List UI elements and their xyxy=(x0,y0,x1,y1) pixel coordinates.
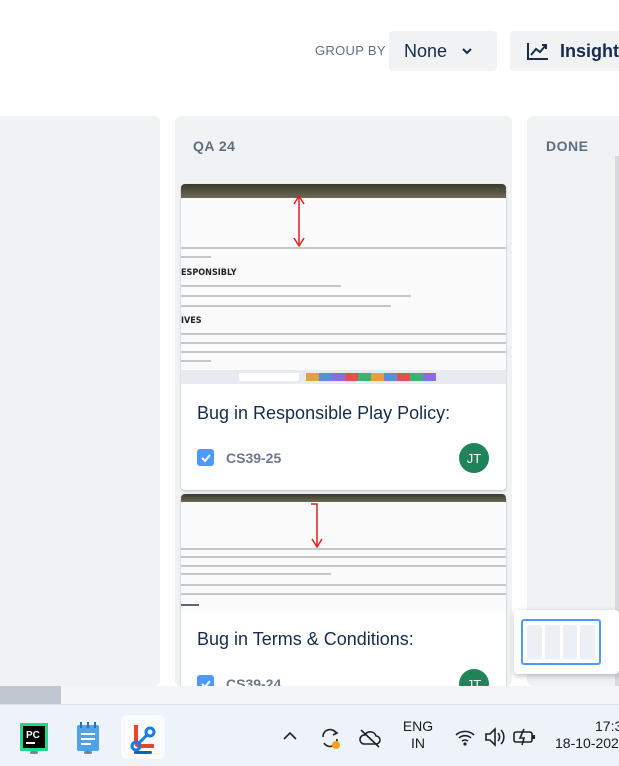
clock[interactable]: 17:3 18-10-202 xyxy=(555,718,619,752)
red-arrow-annotation xyxy=(311,503,323,549)
thumbnail-header-bar xyxy=(181,184,506,198)
trend-chart-icon xyxy=(527,43,548,60)
svg-text:PC: PC xyxy=(26,730,40,741)
wifi-icon[interactable] xyxy=(454,727,476,747)
board-column xyxy=(0,116,160,686)
task-type-icon xyxy=(197,449,214,466)
sync-icon[interactable] xyxy=(319,726,343,750)
chevron-down-icon xyxy=(462,48,472,55)
group-by-dropdown[interactable]: None xyxy=(389,31,497,71)
notepad-icon[interactable] xyxy=(66,715,110,759)
volume-icon[interactable] xyxy=(483,726,507,748)
insights-button[interactable]: Insights xyxy=(510,31,619,71)
card-title: Bug in Responsible Play Policy: xyxy=(197,403,451,423)
insights-label: Insights xyxy=(560,40,619,61)
thumbnail-taskbar xyxy=(181,370,506,384)
snipping-tool-icon[interactable] xyxy=(121,715,165,759)
red-arrow-annotation xyxy=(293,194,305,248)
board-minimap[interactable] xyxy=(514,610,619,674)
board-column-qa-24: QA 24 ESPONSIBLY IVES Bug in Responsible… xyxy=(175,116,512,694)
card-title: Bug in Terms & Conditions: xyxy=(197,629,414,649)
pycharm-icon[interactable]: PC xyxy=(12,715,56,759)
assignee-avatar[interactable]: JT xyxy=(459,443,489,473)
language-indicator[interactable]: ENG IN xyxy=(400,718,436,752)
issue-card[interactable]: ESPONSIBLY IVES Bug in Responsible Play … xyxy=(181,184,506,490)
issue-card[interactable]: Bug in Terms & Conditions: CS39-24 JT xyxy=(181,494,506,694)
board-column-done: DONE xyxy=(527,116,619,686)
windows-taskbar: PC ENG IN 17:3 18-10-202 xyxy=(0,704,619,766)
minimap-viewport[interactable] xyxy=(521,619,601,665)
thumbnail-heading: ESPONSIBLY xyxy=(181,268,237,278)
column-title: DONE xyxy=(546,138,589,154)
scrollbar-thumb[interactable] xyxy=(0,686,61,704)
card-thumbnail: ESPONSIBLY IVES xyxy=(181,184,506,384)
chevron-up-icon[interactable] xyxy=(283,731,297,741)
thumbnail-header-bar xyxy=(181,494,506,502)
issue-key[interactable]: CS39-25 xyxy=(226,450,281,466)
horizontal-scrollbar[interactable] xyxy=(0,686,619,704)
cloud-offline-icon[interactable] xyxy=(358,727,382,749)
card-thumbnail xyxy=(181,494,506,612)
group-by-label: GROUP BY xyxy=(315,43,386,58)
column-scroll-area xyxy=(615,156,619,686)
battery-charging-icon[interactable] xyxy=(513,728,537,746)
clock-date: 18-10-202 xyxy=(555,735,619,751)
thumbnail-heading: IVES xyxy=(181,316,202,326)
clock-time: 17:3 xyxy=(595,718,619,734)
group-by-value: None xyxy=(404,40,448,61)
column-title: QA 24 xyxy=(193,138,236,154)
card-footer: CS39-25 xyxy=(197,449,281,466)
board-toolbar: GROUP BY None Insights xyxy=(0,0,619,110)
